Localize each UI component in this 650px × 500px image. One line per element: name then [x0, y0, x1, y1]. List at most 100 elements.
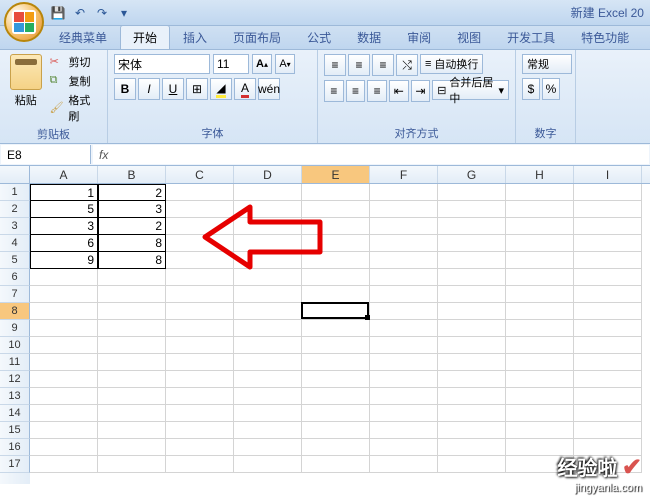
cell-G12[interactable]: [438, 371, 506, 388]
cell-F14[interactable]: [370, 405, 438, 422]
cell-E4[interactable]: [302, 235, 370, 252]
cell-E9[interactable]: [302, 320, 370, 337]
cell-B14[interactable]: [98, 405, 166, 422]
fill-color-button[interactable]: ◢: [210, 78, 232, 100]
cell-I12[interactable]: [574, 371, 642, 388]
cell-H3[interactable]: [506, 218, 574, 235]
row-header-13[interactable]: 13: [0, 388, 30, 405]
cell-E10[interactable]: [302, 337, 370, 354]
cell-B16[interactable]: [98, 439, 166, 456]
cell-D14[interactable]: [234, 405, 302, 422]
cell-D6[interactable]: [234, 269, 302, 286]
cell-D16[interactable]: [234, 439, 302, 456]
copy-button[interactable]: ⧉复制: [50, 73, 101, 89]
font-name-select[interactable]: [114, 54, 210, 74]
merge-center-button[interactable]: ⊟合并后居中▾: [432, 80, 509, 100]
column-header-D[interactable]: D: [234, 166, 302, 183]
cell-F6[interactable]: [370, 269, 438, 286]
cell-A17[interactable]: [30, 456, 98, 473]
cell-B15[interactable]: [98, 422, 166, 439]
cell-B11[interactable]: [98, 354, 166, 371]
cell-F9[interactable]: [370, 320, 438, 337]
cell-B3[interactable]: 2: [98, 218, 166, 235]
tab-insert[interactable]: 插入: [170, 25, 220, 49]
cell-I2[interactable]: [574, 201, 642, 218]
cell-B5[interactable]: 8: [98, 252, 166, 269]
column-header-C[interactable]: C: [166, 166, 234, 183]
column-header-I[interactable]: I: [574, 166, 642, 183]
cells-area[interactable]: 1253326898: [30, 184, 650, 484]
cell-F10[interactable]: [370, 337, 438, 354]
cell-B8[interactable]: [98, 303, 166, 320]
cell-G2[interactable]: [438, 201, 506, 218]
row-header-15[interactable]: 15: [0, 422, 30, 439]
cell-I10[interactable]: [574, 337, 642, 354]
cell-D13[interactable]: [234, 388, 302, 405]
fx-icon[interactable]: fx: [99, 148, 108, 162]
tab-formula[interactable]: 公式: [294, 25, 344, 49]
cell-H7[interactable]: [506, 286, 574, 303]
tab-view[interactable]: 视图: [444, 25, 494, 49]
cell-C9[interactable]: [166, 320, 234, 337]
row-header-2[interactable]: 2: [0, 201, 30, 218]
wrap-text-button[interactable]: ≡自动换行: [420, 54, 483, 74]
cell-H4[interactable]: [506, 235, 574, 252]
cell-B4[interactable]: 8: [98, 235, 166, 252]
cell-G14[interactable]: [438, 405, 506, 422]
currency-button[interactable]: $: [522, 78, 540, 100]
orientation-button[interactable]: ⤭: [396, 54, 418, 76]
cell-F11[interactable]: [370, 354, 438, 371]
cell-C12[interactable]: [166, 371, 234, 388]
border-button[interactable]: ⊞: [186, 78, 208, 100]
cell-H12[interactable]: [506, 371, 574, 388]
phonetic-button[interactable]: wén: [258, 78, 280, 100]
cell-A15[interactable]: [30, 422, 98, 439]
row-header-4[interactable]: 4: [0, 235, 30, 252]
tab-home[interactable]: 开始: [120, 25, 170, 49]
column-header-G[interactable]: G: [438, 166, 506, 183]
row-header-9[interactable]: 9: [0, 320, 30, 337]
cell-I4[interactable]: [574, 235, 642, 252]
cell-D2[interactable]: [234, 201, 302, 218]
cell-G11[interactable]: [438, 354, 506, 371]
cell-D9[interactable]: [234, 320, 302, 337]
cell-G10[interactable]: [438, 337, 506, 354]
row-header-3[interactable]: 3: [0, 218, 30, 235]
tab-classic[interactable]: 经典菜单: [46, 25, 120, 49]
cut-button[interactable]: ✂剪切: [50, 54, 101, 70]
cell-H11[interactable]: [506, 354, 574, 371]
cell-H14[interactable]: [506, 405, 574, 422]
cell-C1[interactable]: [166, 184, 234, 201]
formula-bar[interactable]: fx: [93, 145, 649, 164]
cell-A2[interactable]: 5: [30, 201, 98, 218]
font-size-select[interactable]: [213, 54, 249, 74]
cell-I8[interactable]: [574, 303, 642, 320]
cell-B12[interactable]: [98, 371, 166, 388]
cell-I11[interactable]: [574, 354, 642, 371]
tab-special[interactable]: 特色功能: [568, 25, 642, 49]
select-all-corner[interactable]: [0, 166, 30, 183]
row-header-17[interactable]: 17: [0, 456, 30, 473]
row-header-14[interactable]: 14: [0, 405, 30, 422]
align-middle-button[interactable]: ≡: [348, 54, 370, 76]
cell-C4[interactable]: [166, 235, 234, 252]
cell-B6[interactable]: [98, 269, 166, 286]
cell-E14[interactable]: [302, 405, 370, 422]
cell-H15[interactable]: [506, 422, 574, 439]
align-right-button[interactable]: ≡: [367, 80, 387, 102]
cell-A4[interactable]: 6: [30, 235, 98, 252]
row-header-11[interactable]: 11: [0, 354, 30, 371]
cell-F4[interactable]: [370, 235, 438, 252]
cell-A9[interactable]: [30, 320, 98, 337]
cell-E15[interactable]: [302, 422, 370, 439]
cell-A1[interactable]: 1: [30, 184, 98, 201]
increase-indent-button[interactable]: ⇥: [411, 80, 431, 102]
decrease-indent-button[interactable]: ⇤: [389, 80, 409, 102]
column-header-H[interactable]: H: [506, 166, 574, 183]
cell-G16[interactable]: [438, 439, 506, 456]
cell-I1[interactable]: [574, 184, 642, 201]
tab-layout[interactable]: 页面布局: [220, 25, 294, 49]
cell-D17[interactable]: [234, 456, 302, 473]
cell-B7[interactable]: [98, 286, 166, 303]
cell-F2[interactable]: [370, 201, 438, 218]
